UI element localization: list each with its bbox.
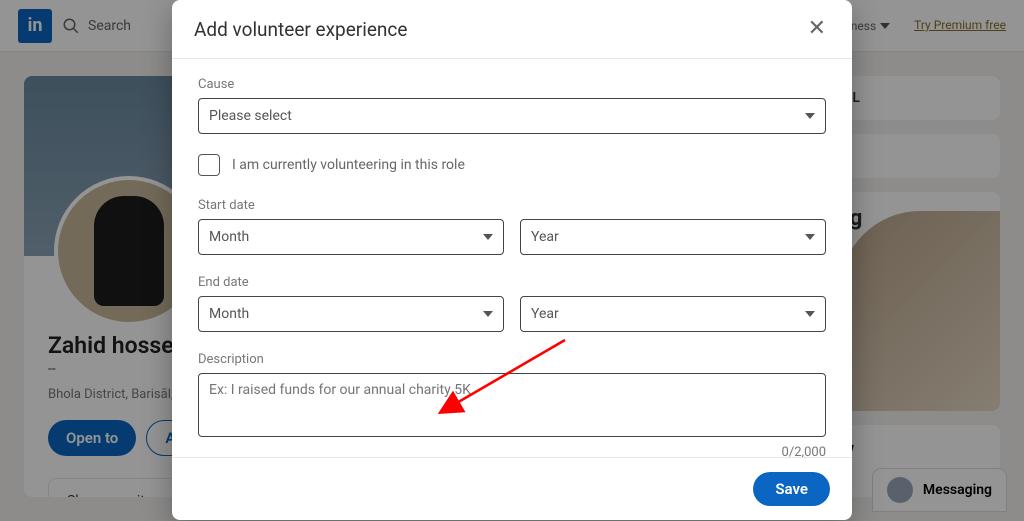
currently-volunteering-checkbox[interactable] <box>198 154 220 176</box>
cause-label: Cause <box>198 77 826 92</box>
description-char-count: 0/2,000 <box>198 445 826 457</box>
cause-value: Please select <box>209 108 292 124</box>
chevron-down-icon <box>805 113 815 119</box>
close-button[interactable]: ✕ <box>804 14 830 44</box>
end-month-select[interactable]: Month <box>198 296 504 332</box>
chevron-down-icon <box>483 234 493 240</box>
modal-title: Add volunteer experience <box>194 18 407 41</box>
save-button[interactable]: Save <box>753 472 830 506</box>
start-date-label: Start date <box>198 198 826 213</box>
description-label: Description <box>198 352 826 367</box>
chevron-down-icon <box>805 311 815 317</box>
close-icon: ✕ <box>808 16 826 41</box>
chevron-down-icon <box>483 311 493 317</box>
chevron-down-icon <box>805 234 815 240</box>
start-month-select[interactable]: Month <box>198 219 504 255</box>
cause-select[interactable]: Please select <box>198 98 826 134</box>
add-volunteer-modal: Add volunteer experience ✕ Cause Please … <box>172 0 852 520</box>
currently-volunteering-label: I am currently volunteering in this role <box>232 157 465 173</box>
description-textarea[interactable] <box>198 373 826 437</box>
end-date-label: End date <box>198 275 826 290</box>
start-year-select[interactable]: Year <box>520 219 826 255</box>
end-year-select[interactable]: Year <box>520 296 826 332</box>
